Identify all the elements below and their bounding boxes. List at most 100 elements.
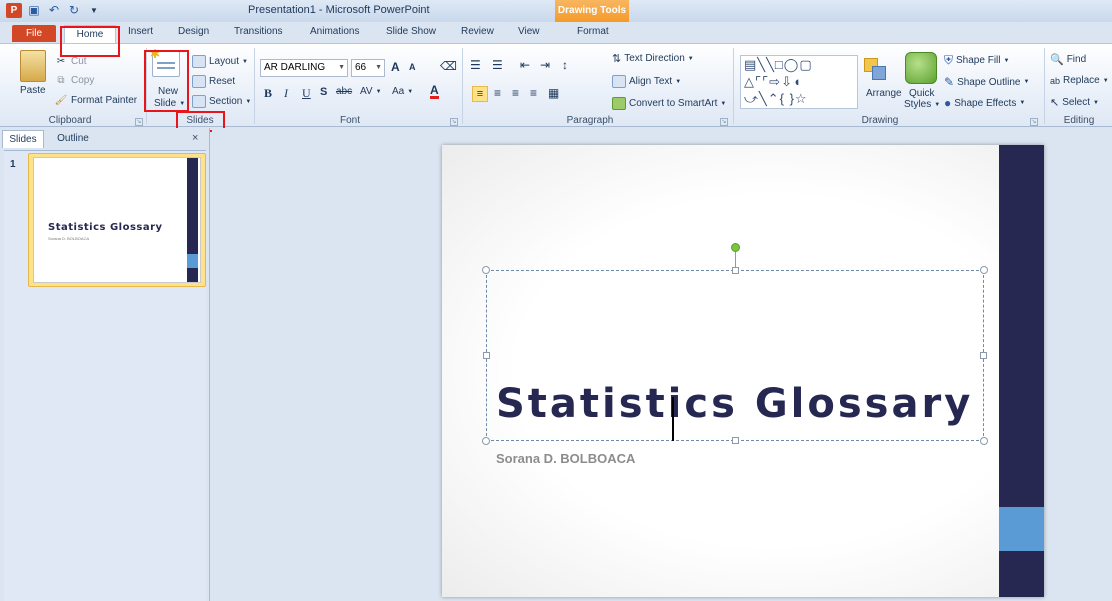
resize-handle-n[interactable] bbox=[732, 267, 739, 274]
format-painter-button[interactable]: 🖌 Format Painter bbox=[54, 94, 138, 107]
tab-file[interactable]: File bbox=[12, 25, 56, 42]
shrink-font-button[interactable]: A bbox=[409, 62, 416, 72]
font-size-select[interactable]: 66 ▼ bbox=[351, 59, 385, 77]
align-right-icon[interactable]: ≡ bbox=[512, 86, 519, 100]
slide-canvas[interactable]: Statistics Glossary Sorana D. BOLBOACA bbox=[442, 145, 1044, 597]
select-icon: ↖ bbox=[1050, 97, 1060, 109]
strikethrough-button[interactable]: abc bbox=[336, 86, 352, 97]
layout-button[interactable]: Layout ▼ bbox=[192, 55, 248, 68]
resize-handle-s[interactable] bbox=[732, 437, 739, 444]
resize-handle-e[interactable] bbox=[980, 352, 987, 359]
tab-slides[interactable]: Slides bbox=[2, 130, 44, 148]
divider bbox=[733, 48, 734, 124]
ribbon-tabs: File Home Insert Design Transitions Anim… bbox=[0, 22, 1112, 45]
justify-icon[interactable]: ≡ bbox=[530, 86, 537, 100]
replace-button[interactable]: ab Replace ▼ bbox=[1050, 75, 1109, 86]
quick-styles-dropdown[interactable]: Styles ▼ bbox=[904, 99, 940, 110]
paragraph-launcher-icon[interactable]: ↘ bbox=[720, 118, 728, 126]
font-launcher-icon[interactable]: ↘ bbox=[450, 118, 458, 126]
slide-subtitle[interactable]: Sorana D. BOLBOACA bbox=[496, 451, 635, 466]
resize-handle-ne[interactable] bbox=[980, 266, 988, 274]
align-center-icon[interactable]: ≡ bbox=[494, 86, 501, 100]
resize-handle-w[interactable] bbox=[483, 352, 490, 359]
font-family-select[interactable]: AR DARLING ▼ bbox=[260, 59, 348, 77]
tab-animations[interactable]: Animations bbox=[310, 26, 359, 37]
tab-slide-show[interactable]: Slide Show bbox=[386, 26, 436, 37]
chevron-down-icon: ▼ bbox=[1102, 77, 1109, 84]
convert-smartart-label: Convert to SmartArt bbox=[629, 98, 718, 109]
increase-indent-icon[interactable]: ⇥ bbox=[540, 58, 550, 72]
reset-button[interactable]: Reset bbox=[192, 75, 235, 88]
text-direction-button[interactable]: ⇅ Text Direction ▼ bbox=[612, 52, 694, 65]
clear-formatting-icon[interactable]: ⌫ bbox=[440, 59, 457, 73]
numbering-icon[interactable]: ☰ bbox=[492, 58, 503, 72]
close-icon[interactable]: × bbox=[192, 132, 198, 144]
divider bbox=[254, 48, 255, 124]
chevron-down-icon: ▼ bbox=[1003, 57, 1010, 64]
bold-button[interactable]: B bbox=[264, 86, 272, 101]
arrange-icon[interactable] bbox=[862, 56, 888, 82]
align-text-icon bbox=[612, 75, 626, 88]
redo-icon[interactable]: ↻ bbox=[66, 3, 82, 18]
slide-title[interactable]: Statistics Glossary bbox=[496, 381, 973, 427]
line-spacing-icon[interactable]: ↕ bbox=[562, 58, 568, 72]
paste-icon[interactable] bbox=[20, 50, 46, 82]
customize-qat-icon[interactable]: ▼ bbox=[86, 3, 102, 18]
find-button[interactable]: 🔍 Find bbox=[1050, 53, 1086, 66]
section-button[interactable]: Section ▼ bbox=[192, 95, 251, 108]
bullets-icon[interactable]: ☰ bbox=[470, 58, 481, 72]
character-spacing-button[interactable]: AV ▼ bbox=[360, 86, 382, 97]
tab-transitions[interactable]: Transitions bbox=[234, 26, 283, 37]
grow-font-button[interactable]: A bbox=[391, 60, 400, 74]
tab-format[interactable]: Format bbox=[577, 26, 609, 37]
resize-handle-sw[interactable] bbox=[482, 437, 490, 445]
select-label: Select bbox=[1062, 97, 1091, 108]
thumbnail-subtitle: Sorana D. BOLBOACA bbox=[48, 236, 90, 241]
shape-effects-button[interactable]: ● Shape Effects ▼ bbox=[944, 96, 1025, 110]
shadow-button[interactable]: S bbox=[320, 86, 327, 98]
shapes-row-2: △⌜⌜⇨⇩◖ bbox=[744, 74, 802, 89]
rotate-handle[interactable] bbox=[731, 243, 740, 252]
font-group-label: Font bbox=[339, 115, 360, 126]
copy-button[interactable]: ⧉ Copy bbox=[54, 74, 94, 87]
save-icon[interactable]: ▣ bbox=[26, 3, 42, 18]
shape-outline-button[interactable]: ✎ Shape Outline ▼ bbox=[944, 75, 1029, 89]
shape-effects-icon: ● bbox=[944, 96, 952, 110]
chevron-down-icon: ▼ bbox=[375, 64, 382, 71]
drawing-launcher-icon[interactable]: ↘ bbox=[1030, 118, 1038, 126]
italic-button[interactable]: I bbox=[284, 86, 288, 101]
columns-icon[interactable]: ▦ bbox=[548, 86, 559, 100]
resize-handle-nw[interactable] bbox=[482, 266, 490, 274]
align-left-icon[interactable]: ≡ bbox=[472, 86, 488, 102]
underline-button[interactable]: U bbox=[302, 86, 311, 101]
resize-handle-se[interactable] bbox=[980, 437, 988, 445]
decrease-indent-icon[interactable]: ⇤ bbox=[520, 58, 530, 72]
tab-design[interactable]: Design bbox=[178, 26, 209, 37]
convert-smartart-button[interactable]: Convert to SmartArt ▼ bbox=[612, 97, 726, 110]
align-text-button[interactable]: Align Text ▼ bbox=[612, 75, 681, 88]
quick-styles-icon[interactable] bbox=[905, 52, 937, 84]
tab-view[interactable]: View bbox=[518, 26, 540, 37]
thumbnail-canvas: Statistics Glossary Sorana D. BOLBOACA bbox=[33, 157, 201, 283]
slide-editing-area: Statistics Glossary Sorana D. BOLBOACA bbox=[212, 128, 1112, 601]
chevron-down-icon: ▼ bbox=[687, 55, 694, 62]
tab-review[interactable]: Review bbox=[461, 26, 494, 37]
paste-button[interactable]: Paste bbox=[20, 85, 46, 96]
slide-thumbnail-1[interactable]: Statistics Glossary Sorana D. BOLBOACA bbox=[28, 153, 206, 287]
tab-insert[interactable]: Insert bbox=[128, 26, 153, 37]
chevron-down-icon: ▼ bbox=[1093, 99, 1099, 106]
smartart-icon bbox=[612, 97, 626, 110]
change-case-button[interactable]: Aa ▼ bbox=[392, 86, 413, 97]
ppt-icon[interactable]: P bbox=[6, 3, 22, 18]
arrange-button[interactable]: Arrange bbox=[866, 88, 902, 99]
undo-icon[interactable]: ↶ bbox=[46, 3, 62, 18]
format-painter-label: Format Painter bbox=[71, 95, 138, 106]
quick-styles-label[interactable]: Quick bbox=[909, 88, 935, 99]
shape-fill-button[interactable]: ⛨ Shape Fill ▼ bbox=[944, 53, 1009, 68]
font-color-button[interactable]: A bbox=[430, 84, 439, 99]
shapes-gallery[interactable]: ▤╲╲□◯▢ △⌜⌜⇨⇩◖ ⤻╲⌃{ }☆ bbox=[740, 55, 858, 109]
tab-outline[interactable]: Outline bbox=[48, 130, 98, 148]
select-button[interactable]: ↖ Select ▼ bbox=[1050, 96, 1099, 109]
shape-outline-label: Shape Outline bbox=[957, 76, 1021, 88]
clipboard-launcher-icon[interactable]: ↘ bbox=[135, 118, 143, 126]
